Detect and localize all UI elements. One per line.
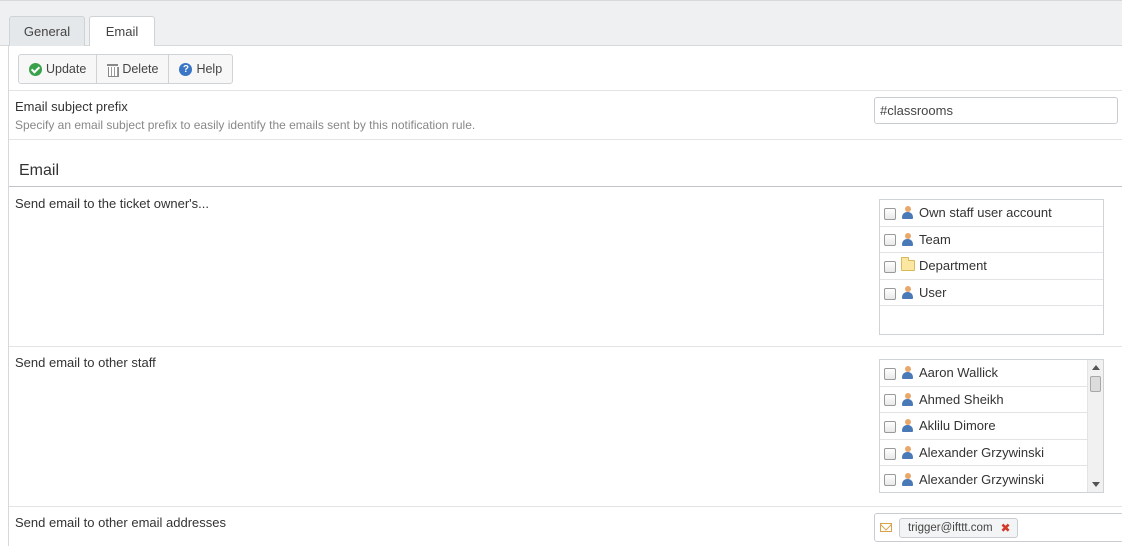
ticket-owner-list[interactable]: Own staff user account Team Department U… <box>879 199 1104 335</box>
user-icon <box>901 392 914 406</box>
trash-icon <box>107 63 120 77</box>
divider <box>9 90 1122 91</box>
delete-button[interactable]: Delete <box>97 55 170 83</box>
list-item[interactable]: Ahmed Sheikh <box>880 387 1087 414</box>
list-item-label: Team <box>919 231 951 247</box>
list-item[interactable]: Team <box>880 227 1103 254</box>
help-label: Help <box>196 62 223 76</box>
subject-prefix-description: Specify an email subject prefix to easil… <box>15 118 476 132</box>
checkbox[interactable] <box>884 367 896 380</box>
remove-email-icon[interactable]: ✖ <box>1001 521 1011 535</box>
divider <box>9 346 1122 347</box>
list-item-label: Own staff user account <box>919 205 1052 221</box>
user-icon <box>901 366 914 380</box>
list-item-label: Ahmed Sheikh <box>919 391 1004 407</box>
user-icon <box>901 419 914 433</box>
other-staff-label: Send email to other staff <box>15 355 156 370</box>
tab-bar: General Email <box>0 0 1122 48</box>
delete-label: Delete <box>122 62 159 76</box>
tab-general[interactable]: General <box>9 16 85 48</box>
checkbox[interactable] <box>884 394 896 407</box>
email-address-input[interactable]: trigger@ifttt.com ✖ <box>874 513 1122 542</box>
update-button[interactable]: Update <box>19 55 98 83</box>
list-item-label: Aklilu Dimore <box>919 418 996 434</box>
list-item[interactable]: Alexander Grzywinski <box>880 466 1087 492</box>
user-icon <box>901 286 914 300</box>
list-item-label: Alexander Grzywinski <box>919 445 1044 461</box>
toolbar: Update Delete ? Help <box>18 54 234 84</box>
subject-prefix-label: Email subject prefix <box>15 99 128 114</box>
scrollbar[interactable] <box>1087 360 1103 492</box>
envelope-icon <box>880 523 892 532</box>
checkbox[interactable] <box>884 420 896 433</box>
other-staff-list[interactable]: Aaron Wallick Ahmed Sheikh Aklilu Dimore… <box>879 359 1104 493</box>
list-item-label: User <box>919 285 947 301</box>
user-icon <box>901 472 914 486</box>
checkbox[interactable] <box>884 260 896 273</box>
checkbox[interactable] <box>884 207 896 220</box>
divider <box>9 506 1122 507</box>
checkbox[interactable] <box>884 447 896 460</box>
help-button[interactable]: ? Help <box>169 55 232 83</box>
divider <box>9 139 1122 140</box>
email-section-title: Email <box>19 162 60 179</box>
other-staff-items: Aaron Wallick Ahmed Sheikh Aklilu Dimore… <box>880 360 1087 492</box>
email-chip: trigger@ifttt.com ✖ <box>899 517 1018 538</box>
scrollbar-thumb[interactable] <box>1090 376 1101 392</box>
checkbox[interactable] <box>884 287 896 300</box>
other-emails-label: Send email to other email addresses <box>15 515 227 530</box>
update-label: Update <box>46 62 87 76</box>
email-settings-panel: Update Delete ? Help Email subject prefi… <box>8 46 1122 546</box>
list-item[interactable]: Aaron Wallick <box>880 360 1087 387</box>
list-item[interactable]: Department <box>880 253 1103 280</box>
subject-prefix-input[interactable] <box>874 97 1118 124</box>
list-item-label: Alexander Grzywinski <box>919 471 1044 487</box>
checkbox[interactable] <box>884 234 896 247</box>
list-item[interactable]: Aklilu Dimore <box>880 413 1087 440</box>
user-icon <box>901 206 914 220</box>
tab-email[interactable]: Email <box>89 16 155 48</box>
folder-icon <box>901 257 915 272</box>
email-chip-address: trigger@ifttt.com <box>908 521 993 534</box>
check-circle-icon <box>29 62 42 76</box>
ticket-owner-label: Send email to the ticket owner's... <box>15 196 209 211</box>
list-item-label: Department <box>919 258 987 274</box>
list-item[interactable]: Own staff user account <box>880 200 1103 227</box>
scroll-down-arrow-icon[interactable] <box>1092 482 1100 487</box>
list-item[interactable]: User <box>880 280 1103 307</box>
help-icon: ? <box>179 62 193 76</box>
list-item-label: Aaron Wallick <box>919 365 998 381</box>
scroll-up-arrow-icon[interactable] <box>1092 365 1100 370</box>
list-item[interactable]: Alexander Grzywinski <box>880 440 1087 467</box>
section-divider <box>9 186 1122 187</box>
user-icon <box>901 232 914 246</box>
user-icon <box>901 446 914 460</box>
checkbox[interactable] <box>884 474 896 487</box>
